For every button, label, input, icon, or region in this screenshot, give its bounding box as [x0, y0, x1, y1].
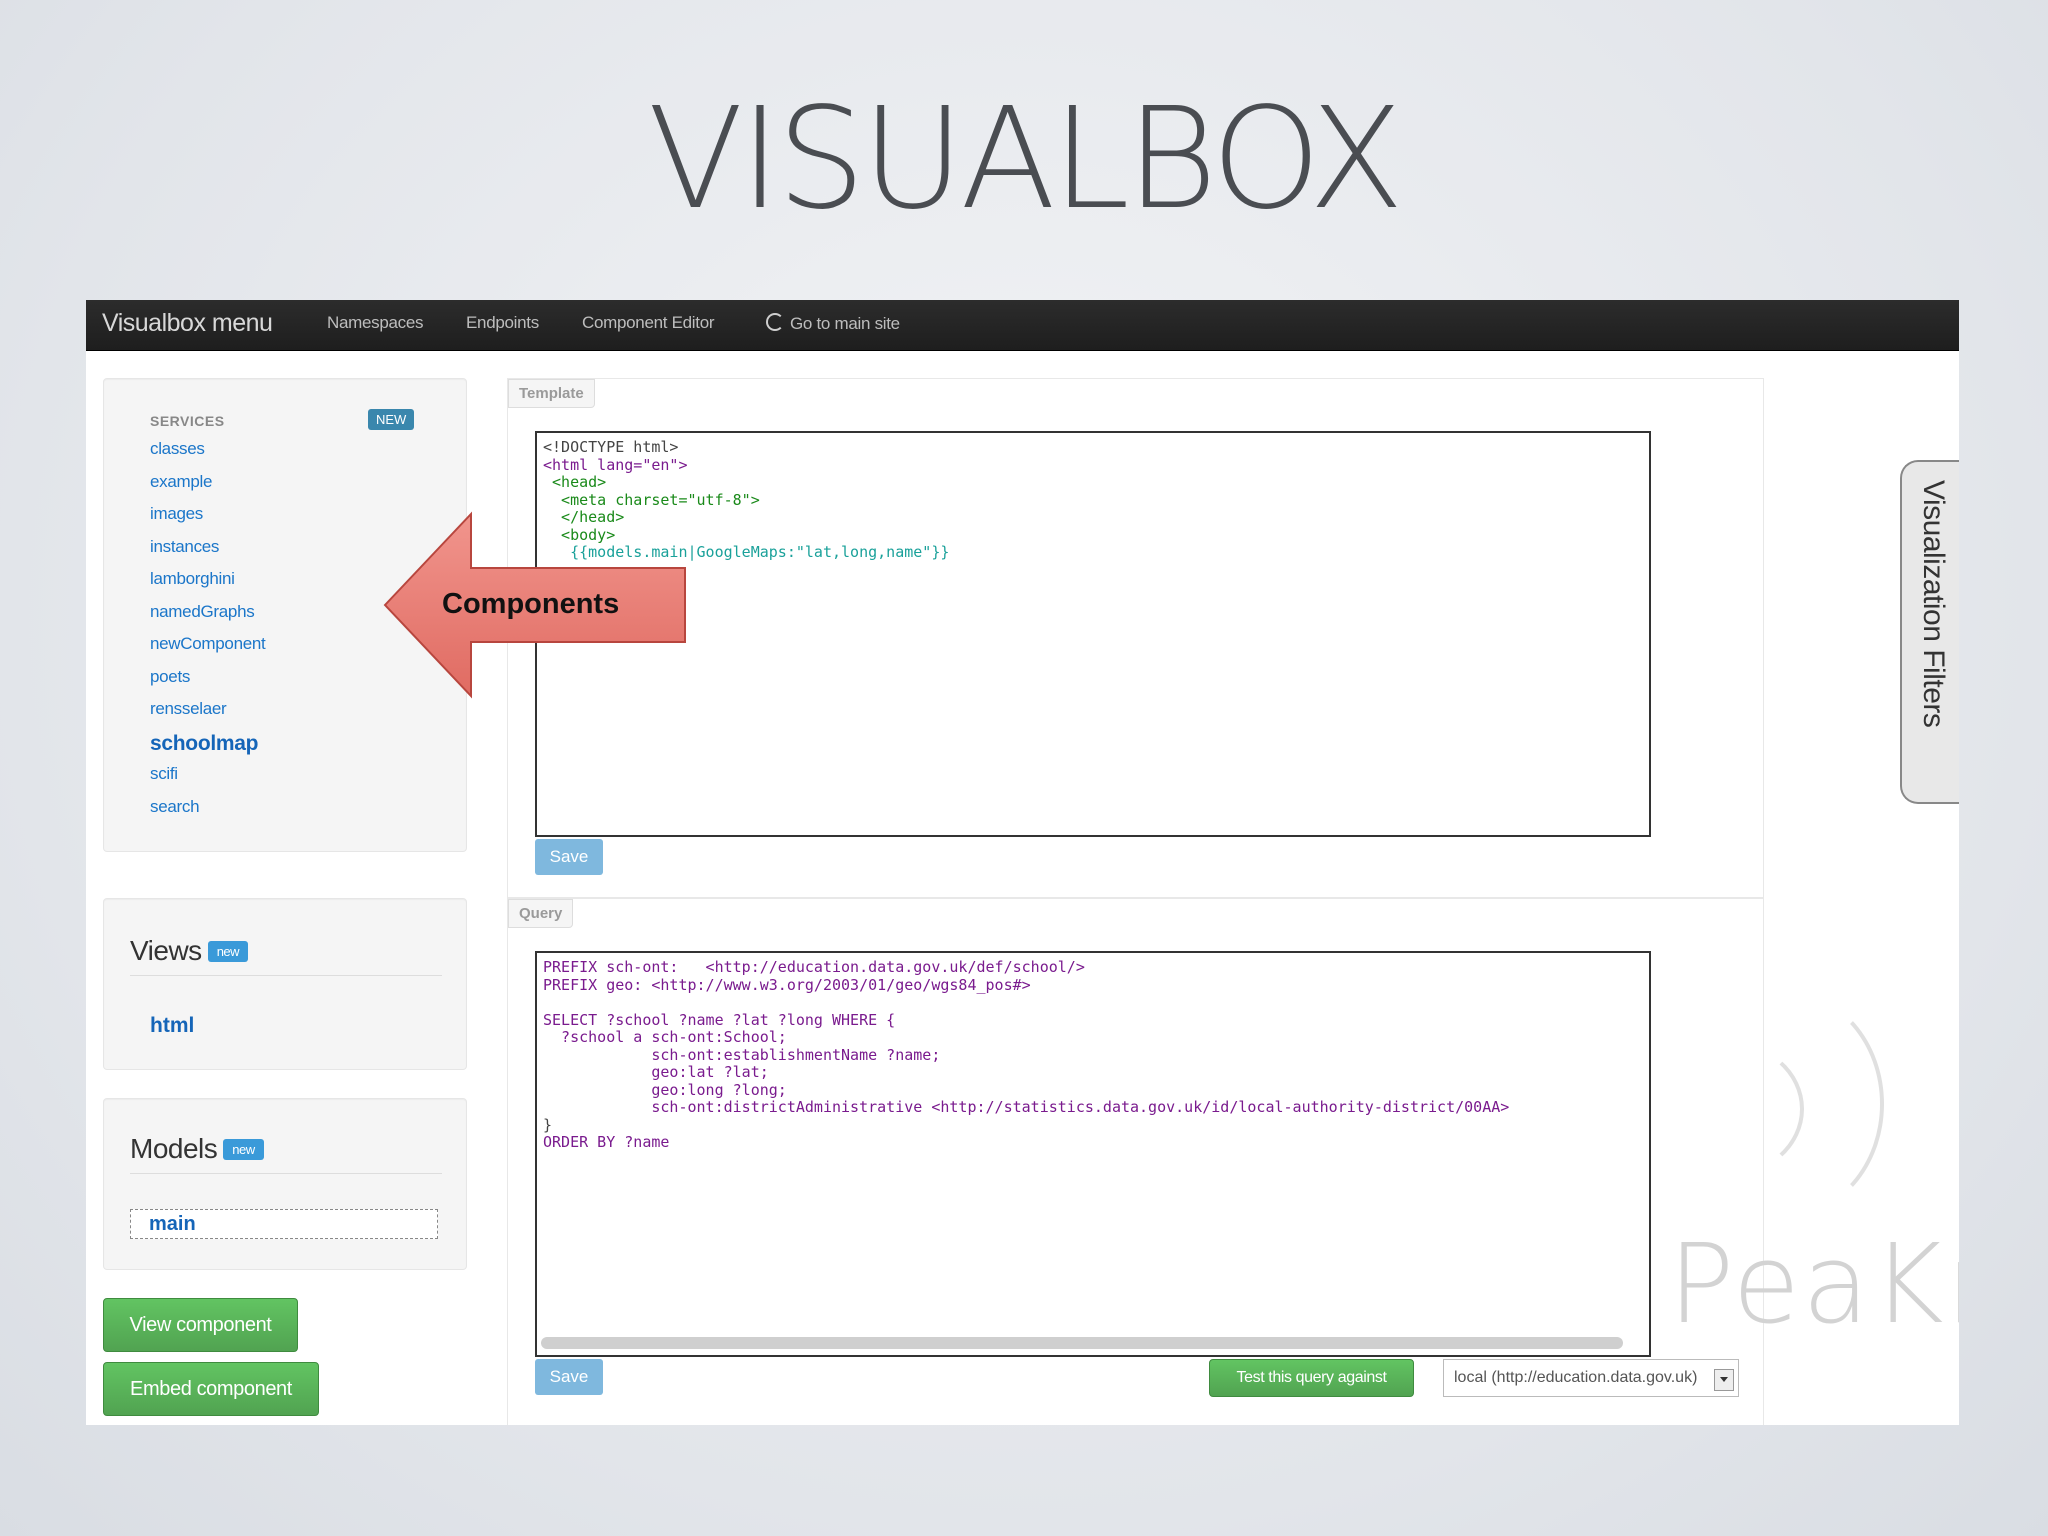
query-editor[interactable]: PREFIX sch-ont: <http://education.data.g…	[535, 951, 1651, 1357]
template-editor[interactable]: <!DOCTYPE html> <html lang="en"> <head> …	[535, 431, 1651, 837]
embed-component-button[interactable]: Embed component	[103, 1362, 319, 1416]
models-divider	[130, 1173, 442, 1174]
nav-go-to-main-site[interactable]: Go to main site	[766, 313, 900, 334]
query-line: sch-ont:establishmentName ?name;	[543, 1045, 941, 1064]
service-item-scifi[interactable]: scifi	[150, 764, 265, 797]
views-heading: Views new	[130, 935, 249, 967]
app-screenshot: Visualbox menu Namespaces Endpoints Comp…	[86, 300, 1959, 1425]
template-line: <!DOCTYPE html>	[543, 438, 679, 456]
template-line: <head>	[543, 473, 607, 491]
query-line: ?school a sch-ont:School;	[543, 1028, 787, 1046]
model-field-value: main	[149, 1213, 196, 1235]
views-divider	[130, 975, 442, 976]
service-item-rensselaer[interactable]: rensselaer	[150, 699, 265, 732]
endpoint-select[interactable]: local (http://education.data.gov.uk)	[1443, 1359, 1739, 1397]
service-item-newcomponent[interactable]: newComponent	[150, 634, 266, 667]
nav-endpoints[interactable]: Endpoints	[466, 313, 539, 333]
watermark-wave	[1646, 1040, 1804, 1178]
endpoint-select-value: local (http://education.data.gov.uk)	[1454, 1369, 1698, 1386]
query-horizontal-scrollbar[interactable]	[541, 1337, 1623, 1349]
view-component-button[interactable]: View component	[103, 1298, 298, 1352]
template-panel: Template <!DOCTYPE html> <html lang="en"…	[507, 378, 1764, 898]
views-new-badge: new	[207, 941, 249, 962]
query-line: PREFIX sch-ont: <http://education.data.g…	[543, 958, 1085, 976]
services-heading: SERVICES	[150, 413, 225, 429]
query-line: ORDER BY ?name	[543, 1133, 670, 1151]
service-item-schoolmap[interactable]: schoolmap	[150, 732, 265, 765]
service-item-lamborghini[interactable]: lamborghini	[150, 569, 265, 602]
slide-title: VISUALBOX	[647, 78, 1405, 241]
query-label: Query	[508, 899, 574, 928]
query-save-button[interactable]: Save	[535, 1359, 603, 1395]
services-new-badge: NEW	[368, 409, 415, 430]
callout-label: Components	[442, 588, 620, 620]
query-line: SELECT ?school ?name ?lat ?long WHERE {	[543, 1010, 896, 1029]
view-item-html[interactable]: html	[150, 1014, 194, 1038]
template-line: <html lang="en">	[543, 455, 688, 474]
navbar-brand[interactable]: Visualbox menu	[102, 309, 273, 338]
nav-namespaces[interactable]: Namespaces	[327, 313, 424, 333]
views-panel: Views new html	[103, 898, 467, 1070]
template-line: <meta charset="utf-8">	[543, 490, 760, 509]
query-line: geo:long ?long;	[543, 1080, 787, 1099]
service-item-poets[interactable]: poets	[150, 667, 265, 700]
query-code: PREFIX sch-ont: <http://education.data.g…	[543, 958, 1510, 1152]
template-label: Template	[508, 379, 595, 408]
refresh-icon	[766, 313, 784, 331]
service-item-example[interactable]: example	[150, 472, 265, 505]
nav-go-to-main-site-label: Go to main site	[790, 314, 900, 333]
model-field[interactable]: main	[130, 1209, 438, 1239]
watermark-logo: PeaKr	[1668, 1220, 1959, 1348]
service-item-search[interactable]: search	[150, 797, 265, 830]
models-new-badge: new	[223, 1139, 264, 1160]
nav-component-editor[interactable]: Component Editor	[582, 313, 715, 333]
models-heading-label: Models	[130, 1133, 218, 1164]
service-item-classes[interactable]: classes	[150, 439, 265, 472]
query-line: PREFIX geo: <http://www.w3.org/2003/01/g…	[543, 975, 1031, 994]
service-item-namedgraphs[interactable]: namedGraphs	[150, 602, 265, 635]
visualization-filters-label: Visualization Filters	[1917, 480, 1950, 728]
query-panel: Query PREFIX sch-ont: <http://education.…	[507, 898, 1764, 1425]
visualization-filters-tab[interactable]: Visualization Filters	[1900, 460, 1959, 804]
views-heading-label: Views	[130, 935, 202, 966]
models-heading: Models new	[130, 1133, 264, 1165]
template-save-button[interactable]: Save	[535, 839, 603, 875]
query-line: sch-ont:districtAdministrative <http://s…	[543, 1098, 1510, 1116]
models-panel: Models new main	[103, 1098, 467, 1270]
test-query-button[interactable]: Test this query against	[1209, 1359, 1414, 1397]
services-list: classes example images instances lamborg…	[150, 439, 266, 830]
navbar: Visualbox menu Namespaces Endpoints Comp…	[86, 300, 1959, 351]
query-line: geo:lat ?lat;	[543, 1063, 769, 1081]
service-item-instances[interactable]: instances	[150, 537, 265, 570]
chevron-down-icon	[1714, 1369, 1734, 1391]
service-item-images[interactable]: images	[150, 504, 265, 537]
query-line: }	[543, 1115, 553, 1134]
